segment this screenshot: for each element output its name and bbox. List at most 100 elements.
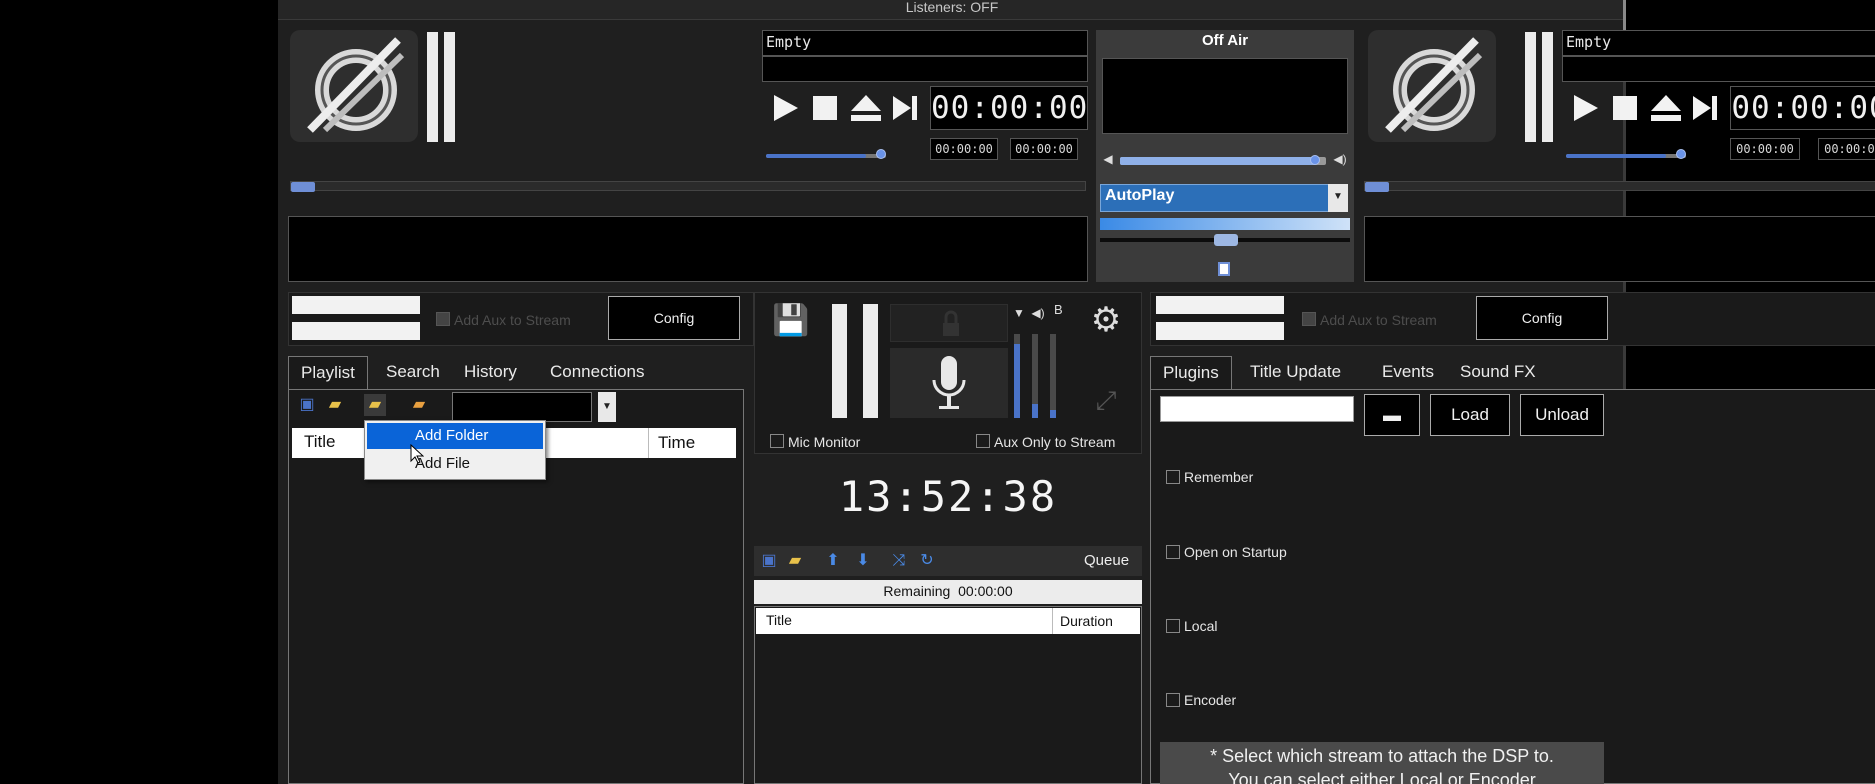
- left-deck-position-bar[interactable]: [290, 181, 1086, 192]
- tab-connections[interactable]: Connections: [538, 356, 657, 388]
- move-up-icon[interactable]: ⬆: [822, 550, 844, 572]
- queue-column-duration[interactable]: Duration: [1060, 608, 1113, 634]
- queue-save-icon[interactable]: ▣: [758, 550, 780, 572]
- add-context-menu: Add Folder Add File: [364, 420, 546, 480]
- dsp-note-line-1: * Select which stream to attach the DSP …: [1210, 746, 1554, 766]
- encoder-checkbox[interactable]: [1166, 693, 1180, 707]
- tab-playlist[interactable]: Playlist: [288, 356, 368, 390]
- remember-label: Remember: [1184, 469, 1254, 485]
- settings-gear-icon[interactable]: ⚙: [1086, 300, 1126, 340]
- left-deck-vu-left: [427, 32, 438, 142]
- local-label: Local: [1184, 618, 1218, 634]
- queue-open-icon[interactable]: ▰: [784, 550, 806, 572]
- right-deck-play-button[interactable]: [1568, 88, 1602, 128]
- playlist-filter-combo[interactable]: [452, 392, 592, 422]
- shuffle-icon[interactable]: ⤨: [888, 550, 910, 572]
- app-window: Listeners: OFF Empty 00:00:00 00:00:00 0…: [278, 0, 1875, 784]
- mic-gain-fill: [1014, 344, 1020, 418]
- listeners-status: Listeners: OFF: [905, 0, 999, 15]
- aux-left-add-to-stream-checkbox[interactable]: [436, 312, 450, 326]
- volume-high-icon: ◀): [1333, 152, 1347, 166]
- right-deck-volume-knob[interactable]: [1676, 149, 1686, 159]
- left-deck-waveform: [288, 216, 1088, 282]
- right-deck-volume-slider[interactable]: [1566, 154, 1686, 158]
- mic-monitor-checkbox[interactable]: [770, 434, 784, 448]
- menu-item-add-file[interactable]: Add File: [367, 451, 543, 477]
- right-deck-position-knob[interactable]: [1365, 182, 1389, 192]
- center-display: [1102, 58, 1348, 134]
- crossfade-knob[interactable]: [1214, 234, 1238, 246]
- mic-volume-fill: [1032, 404, 1038, 418]
- right-deck-track-title: Empty: [1562, 30, 1875, 56]
- mic-toggle-button[interactable]: [890, 348, 1008, 418]
- speaker-icon: ◀): [1031, 306, 1045, 320]
- left-deck-next-button[interactable]: [890, 88, 920, 128]
- logo-icon: [1385, 37, 1483, 133]
- load-plugin-button[interactable]: Load: [1430, 394, 1510, 436]
- mic-volume-meter[interactable]: [1032, 334, 1038, 418]
- tab-plugins[interactable]: Plugins: [1150, 356, 1232, 390]
- queue-remaining-label: Remaining: [883, 583, 951, 599]
- right-deck-next-button[interactable]: [1690, 88, 1720, 128]
- right-deck-elapsed: 00:00:00: [1730, 138, 1800, 160]
- open-playlist-icon[interactable]: ▰: [324, 394, 346, 416]
- left-deck-eject-button[interactable]: [848, 88, 884, 128]
- right-deck-stop-button[interactable]: [1608, 88, 1642, 128]
- master-volume-slider[interactable]: [1120, 157, 1326, 165]
- on-air-status: Off Air: [1201, 32, 1249, 49]
- autoplay-combo[interactable]: AutoPlay: [1100, 184, 1330, 212]
- plugin-path-input[interactable]: [1160, 396, 1354, 422]
- cursor-icon: [410, 443, 425, 464]
- left-deck-logo: [290, 30, 418, 142]
- autoplay-dropdown-arrow[interactable]: ▼: [1328, 184, 1348, 212]
- master-volume-knob[interactable]: [1310, 155, 1320, 165]
- tab-events[interactable]: Events: [1370, 356, 1446, 388]
- stop-icon: [813, 96, 837, 120]
- menu-item-add-folder[interactable]: Add Folder: [367, 423, 543, 449]
- browse-plugin-button[interactable]: ▬: [1364, 394, 1420, 436]
- queue-column-divider: [1052, 608, 1053, 634]
- aux-left-config-button[interactable]: Config: [608, 296, 740, 340]
- aux-right-add-to-stream-checkbox[interactable]: [1302, 312, 1316, 326]
- unload-plugin-button[interactable]: Unload: [1520, 394, 1604, 436]
- left-deck-position-knob[interactable]: [291, 182, 315, 192]
- left-deck-stop-button[interactable]: [808, 88, 842, 128]
- mic-b-meter[interactable]: [1050, 334, 1056, 418]
- right-deck-track-info: [1562, 56, 1875, 82]
- open-on-startup-checkbox[interactable]: [1166, 545, 1180, 559]
- left-deck-volume-slider[interactable]: [766, 154, 886, 158]
- add-folder-icon[interactable]: ▰: [364, 394, 386, 416]
- right-deck-position-bar[interactable]: [1364, 181, 1875, 192]
- tab-search[interactable]: Search: [374, 356, 452, 388]
- right-deck-eject-button[interactable]: [1648, 88, 1684, 128]
- playlist-column-time[interactable]: Time: [658, 428, 695, 458]
- playlist-filter-arrow[interactable]: ▼: [598, 392, 616, 422]
- eject-icon: [1651, 95, 1681, 121]
- center-mini-button[interactable]: [1218, 262, 1230, 276]
- left-deck-play-button[interactable]: [768, 88, 802, 128]
- encoder-label: Encoder: [1184, 692, 1237, 708]
- play-icon: [1574, 95, 1598, 121]
- right-deck-remaining: 00:00:00: [1818, 138, 1875, 160]
- local-checkbox[interactable]: [1166, 619, 1180, 633]
- aux-right-add-to-stream-label: Add Aux to Stream: [1320, 312, 1437, 328]
- tab-history[interactable]: History: [452, 356, 529, 388]
- tab-sound-fx[interactable]: Sound FX: [1448, 356, 1548, 388]
- mic-lock-button[interactable]: [890, 304, 1008, 342]
- mic-vu-right: [863, 304, 878, 418]
- left-deck-volume-knob[interactable]: [876, 149, 886, 159]
- save-playlist-icon[interactable]: ▣: [296, 394, 318, 416]
- right-deck-volume-fill: [1566, 154, 1666, 158]
- save-icon[interactable]: 💾: [772, 304, 809, 338]
- refresh-icon[interactable]: ↻: [916, 550, 938, 572]
- play-icon: [774, 95, 798, 121]
- right-deck-logo: [1368, 30, 1496, 142]
- expand-icon[interactable]: ⤢: [1086, 380, 1126, 420]
- aux-only-to-stream-checkbox[interactable]: [976, 434, 990, 448]
- tab-title-update[interactable]: Title Update: [1238, 356, 1353, 388]
- remove-folder-icon[interactable]: ▰: [408, 394, 430, 416]
- move-down-icon[interactable]: ⬇: [852, 550, 874, 572]
- mic-gain-meter[interactable]: [1014, 334, 1020, 418]
- remember-checkbox[interactable]: [1166, 470, 1180, 484]
- aux-right-config-button[interactable]: Config: [1476, 296, 1608, 340]
